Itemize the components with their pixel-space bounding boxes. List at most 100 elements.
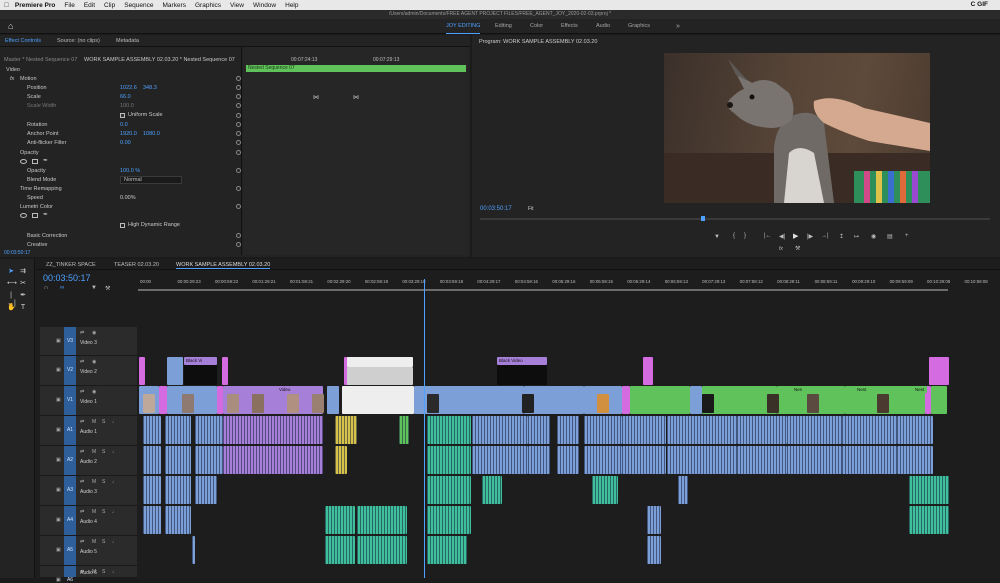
menu-help[interactable]: Help xyxy=(285,2,298,9)
audio-clip[interactable] xyxy=(143,476,161,504)
pen-tool-icon[interactable]: ✒ xyxy=(19,292,27,300)
track-lock-icon[interactable]: ▣ xyxy=(56,397,61,403)
lift-icon[interactable]: ↥ xyxy=(839,233,844,240)
audio-clip[interactable] xyxy=(787,416,842,444)
voiceover-mic-icon[interactable]: ♩ xyxy=(112,509,117,515)
clip-thumbnail[interactable] xyxy=(427,394,439,413)
audio-clip[interactable] xyxy=(165,446,191,474)
step-forward-icon[interactable]: |▶ xyxy=(807,233,813,240)
effect-timecode[interactable]: 00:03:50:17 xyxy=(4,250,30,256)
lumetri-rect-icon[interactable] xyxy=(32,213,38,218)
nested-sequence-clip[interactable]: Nes xyxy=(792,386,812,393)
reset-icon[interactable] xyxy=(236,140,241,145)
track-lock-icon[interactable]: ▣ xyxy=(56,338,61,344)
step-back-icon[interactable]: ◀| xyxy=(779,233,785,240)
video-clip[interactable] xyxy=(929,357,949,385)
audio-clip[interactable] xyxy=(557,446,579,474)
track-header-a4[interactable]: ▣ A4 ⇄ M S ♩ Audio 4 xyxy=(40,506,137,536)
selection-tool-icon[interactable]: ➤ xyxy=(7,268,15,276)
workspace-tab-effects[interactable]: Effects xyxy=(561,19,578,34)
program-scrubber[interactable] xyxy=(480,218,990,220)
audio-clip[interactable] xyxy=(622,416,666,444)
audio-clip[interactable] xyxy=(528,446,550,474)
scale-value[interactable]: 66.0 xyxy=(120,94,131,100)
audio-clip[interactable] xyxy=(842,446,897,474)
audio-clip[interactable] xyxy=(909,506,949,534)
menu-app-name[interactable]: Premiere Pro xyxy=(15,2,55,9)
clip-thumbnail[interactable] xyxy=(877,394,889,413)
uniform-scale-checkbox[interactable] xyxy=(120,113,125,118)
creative-label[interactable]: Creative xyxy=(27,242,47,248)
audio-clip[interactable] xyxy=(737,446,787,474)
tab-source[interactable]: Source: (no clips) xyxy=(57,38,100,44)
audio-clip[interactable] xyxy=(427,416,471,444)
video-clip[interactable] xyxy=(630,386,690,414)
home-icon[interactable]: ⌂ xyxy=(8,21,13,31)
audio-clip[interactable] xyxy=(195,416,223,444)
solo-icon[interactable]: S xyxy=(102,449,105,455)
track-target-toggle[interactable]: A5 xyxy=(64,536,76,565)
ripple-edit-tool-icon[interactable]: ⟷ xyxy=(7,280,17,288)
workspace-tab-color[interactable]: Color xyxy=(530,19,543,34)
reset-icon[interactable] xyxy=(236,113,241,118)
audio-clip[interactable] xyxy=(622,446,666,474)
clip-thumbnail[interactable] xyxy=(252,394,264,413)
audio-clip[interactable] xyxy=(192,536,195,564)
black-video-clip[interactable] xyxy=(497,365,547,385)
track-lock-icon[interactable]: ▣ xyxy=(56,367,61,373)
audio-clip[interactable] xyxy=(472,446,528,474)
audio-clip[interactable] xyxy=(223,416,323,444)
audio-clip[interactable] xyxy=(165,476,191,504)
time-remap-label[interactable]: Time Remapping xyxy=(20,186,62,192)
video-clip[interactable] xyxy=(342,386,414,414)
audio-clip[interactable] xyxy=(427,506,471,534)
position-x-value[interactable]: 1022.6 xyxy=(120,85,137,91)
comparison-view-icon[interactable]: ▤ xyxy=(887,233,893,240)
clip-thumbnail[interactable] xyxy=(807,394,819,413)
basic-correction-label[interactable]: Basic Correction xyxy=(27,233,67,239)
export-frame-icon[interactable]: ◉ xyxy=(871,233,876,240)
source-label[interactable]: Master * Nested Sequence 07 xyxy=(4,57,77,63)
audio-clip[interactable] xyxy=(737,416,787,444)
audio-clip[interactable] xyxy=(143,416,161,444)
voiceover-mic-icon[interactable]: ♩ xyxy=(112,539,117,545)
reset-icon[interactable] xyxy=(236,103,241,108)
video-clip[interactable]: Video xyxy=(277,386,301,393)
audio-clip[interactable] xyxy=(584,416,622,444)
program-playhead-marker[interactable] xyxy=(701,216,705,221)
track-sync-lock-icon[interactable]: ⇄ xyxy=(80,330,84,336)
tab-metadata[interactable]: Metadata xyxy=(116,38,139,44)
antiflicker-value[interactable]: 0.00 xyxy=(120,140,131,146)
rect-mask-icon[interactable] xyxy=(32,159,38,164)
audio-clip[interactable] xyxy=(195,476,217,504)
reset-icon[interactable] xyxy=(236,242,241,247)
reset-icon[interactable] xyxy=(236,76,241,81)
video-clip[interactable]: Black Vi xyxy=(184,357,217,365)
timeline-timecode[interactable]: 00:03:50:17 xyxy=(43,273,91,283)
video-clip[interactable] xyxy=(159,386,167,414)
track-sync-lock-icon[interactable]: ⇄ xyxy=(80,509,84,515)
menu-view[interactable]: View xyxy=(230,2,244,9)
clip-thumbnail[interactable] xyxy=(702,394,714,413)
track-header-v3[interactable]: ▣ V3 ⇄ ◉ Video 3 xyxy=(40,327,137,356)
mute-icon[interactable]: M xyxy=(92,539,96,545)
track-lock-icon[interactable]: ▣ xyxy=(56,427,61,433)
anchor-y-value[interactable]: 1080.0 xyxy=(143,131,160,137)
position-y-value[interactable]: 348.3 xyxy=(143,85,157,91)
go-to-out-icon[interactable]: →| xyxy=(821,233,829,239)
track-sync-lock-icon[interactable]: ⇄ xyxy=(80,449,84,455)
nested-sequence-clip[interactable]: Nest xyxy=(913,386,927,393)
effect-mini-timeline[interactable]: 00:07:24:13 00:07:29:13 Nested Sequence … xyxy=(243,47,468,255)
slip-tool-icon[interactable]: |↔| xyxy=(7,292,16,307)
track-header-v2[interactable]: ▣ V2 ⇄ ◉ Video 2 xyxy=(40,356,137,386)
voiceover-mic-icon[interactable]: ♩ xyxy=(112,449,117,455)
audio-clip[interactable] xyxy=(647,536,661,564)
audio-clip[interactable] xyxy=(897,446,933,474)
voiceover-mic-icon[interactable]: ♩ xyxy=(112,569,117,575)
video-clip[interactable] xyxy=(327,386,339,414)
track-sync-lock-icon[interactable]: ⇄ xyxy=(80,389,84,395)
track-target-toggle[interactable]: A2 xyxy=(64,446,76,475)
fx-toggle-icon[interactable]: fx xyxy=(779,246,783,252)
audio-clip[interactable] xyxy=(678,476,688,504)
track-header-a2[interactable]: ▣ A2 ⇄ M S ♩ Audio 2 xyxy=(40,446,137,476)
